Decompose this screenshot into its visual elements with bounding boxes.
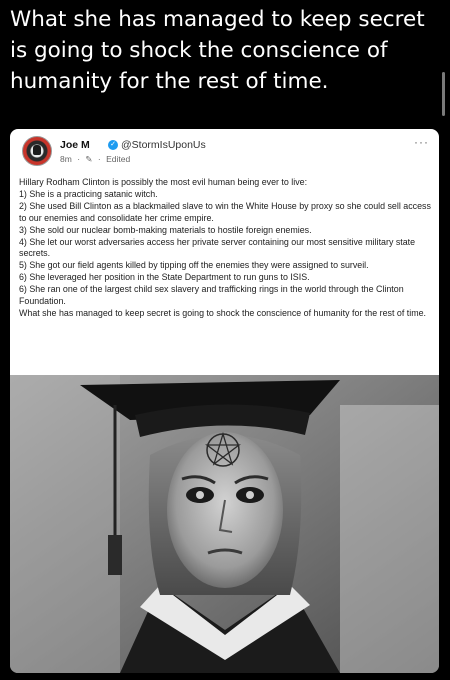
tweet-paragraph: 1) She is a practicing satanic witch.: [19, 188, 158, 199]
edited-label[interactable]: Edited: [106, 154, 130, 164]
tweet-paragraph: 3) She sold our nuclear bomb-making mate…: [19, 224, 312, 235]
tweet-paragraph: 2) She used Bill Clinton as a blackmaile…: [19, 200, 431, 223]
scrollbar[interactable]: [442, 72, 445, 116]
tweet-header: Joe M ✓ @StormIsUponUs 8m · ✎ · Edited ·…: [22, 135, 429, 175]
more-options-icon[interactable]: ···: [414, 135, 429, 149]
tweet-time[interactable]: 8m: [60, 154, 72, 164]
meta-separator-2: ·: [97, 154, 101, 164]
edit-pencil-icon: ✎: [85, 154, 93, 164]
caption-text: What she has managed to keep secret is g…: [10, 7, 425, 94]
meta-separator: ·: [77, 154, 81, 164]
tweet-paragraph: 4) She let our worst adversaries access …: [19, 236, 416, 259]
verified-badge-icon: ✓: [108, 140, 118, 150]
portrait-image: [10, 375, 439, 673]
tweet-body: Hillary Rodham Clinton is possibly the m…: [19, 177, 431, 320]
tweet-paragraph: 6) She ran one of the largest child sex …: [19, 284, 404, 307]
tweet-meta: 8m · ✎ · Edited: [60, 154, 133, 165]
tweet-paragraph: 5) She got our field agents killed by ti…: [19, 260, 369, 271]
tweet-card[interactable]: Joe M ✓ @StormIsUponUs 8m · ✎ · Edited ·…: [10, 129, 439, 673]
author-handle[interactable]: @StormIsUponUs: [121, 139, 206, 151]
author-name[interactable]: Joe M: [60, 139, 90, 151]
tweet-paragraph: Hillary Rodham Clinton is possibly the m…: [19, 177, 308, 187]
tweet-paragraph: What she has managed to keep secret is g…: [19, 307, 426, 318]
avatar[interactable]: [22, 136, 52, 166]
tweet-image[interactable]: [10, 375, 439, 673]
tweet-paragraph: 6) She leveraged her position in the Sta…: [19, 272, 310, 283]
